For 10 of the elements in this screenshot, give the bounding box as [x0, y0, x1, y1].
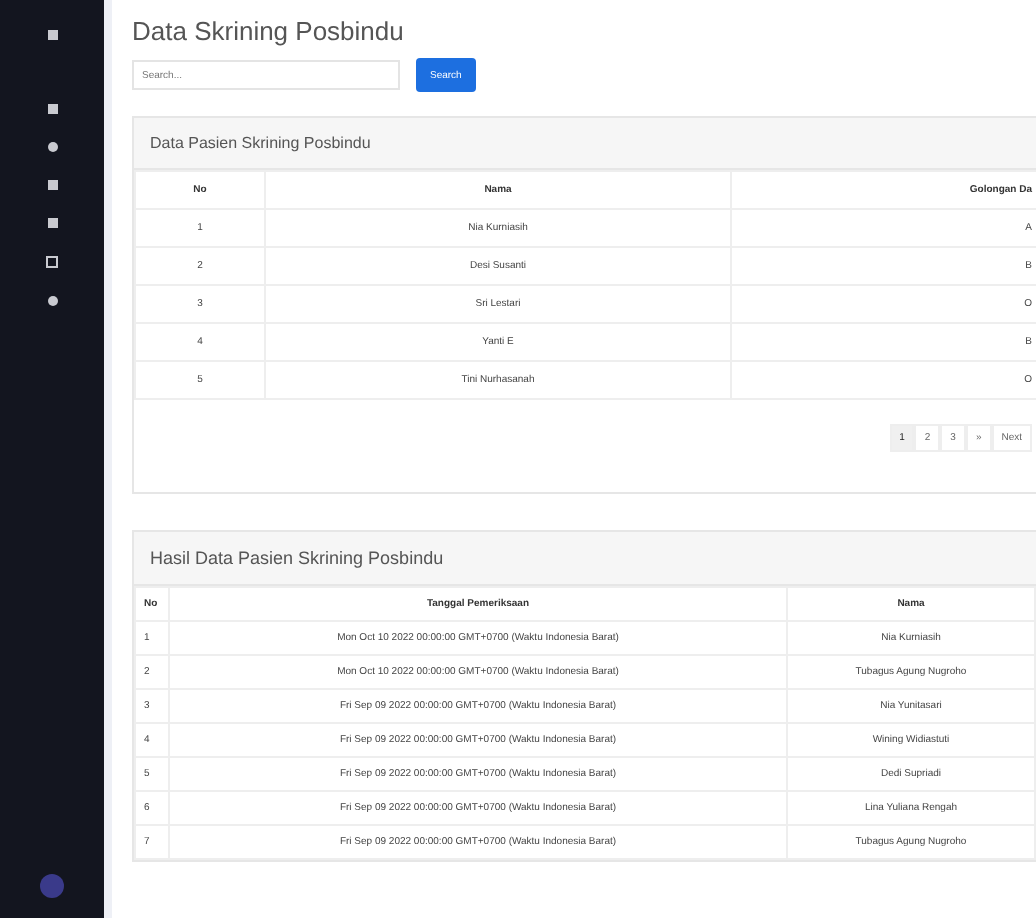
nav-icon[interactable]: [47, 218, 57, 228]
card-header: Hasil Data Pasien Skrining Posbindu: [134, 532, 1036, 586]
nav-icon[interactable]: [46, 256, 58, 268]
nav-icon[interactable]: [47, 104, 57, 114]
nav-icon[interactable]: [47, 180, 57, 190]
nav-icon[interactable]: [47, 296, 57, 306]
page-title: Data Skrining Posbindu: [132, 16, 406, 46]
nav-icon[interactable]: [47, 142, 57, 152]
card-header: Data Pasien Skrining Posbindu: [134, 118, 1036, 170]
nav-icon[interactable]: [47, 30, 57, 40]
